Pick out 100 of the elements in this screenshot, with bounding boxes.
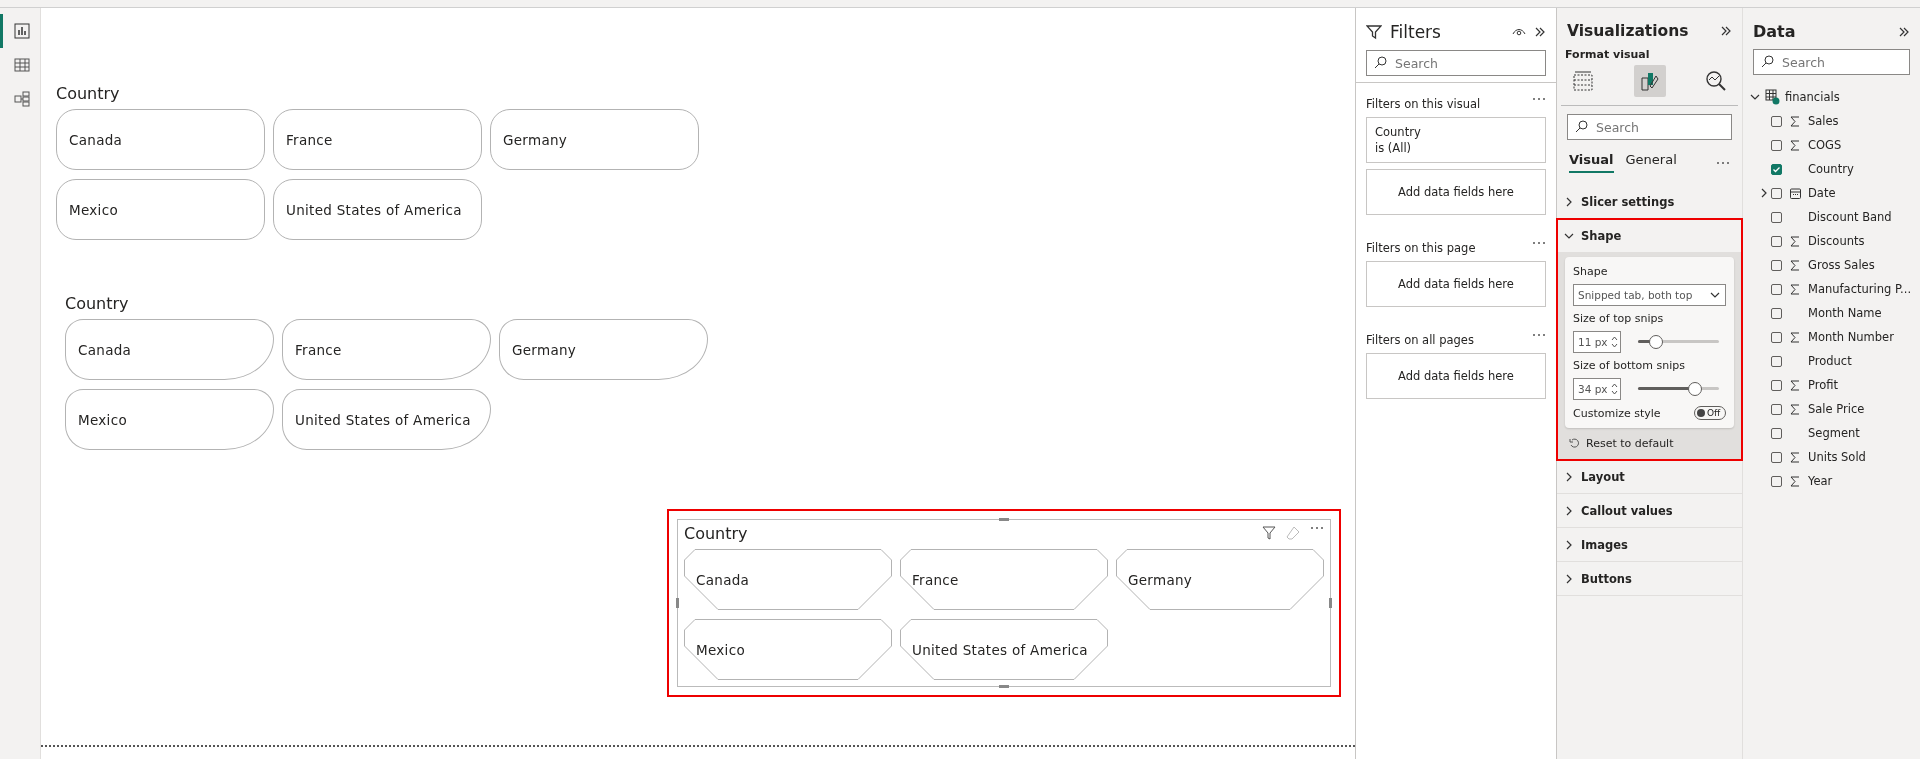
- sigma-icon: [1790, 475, 1800, 487]
- sigma-icon: [1790, 235, 1800, 247]
- calendar-icon: [1789, 187, 1801, 199]
- drop-zone[interactable]: Add data fields here: [1366, 261, 1546, 307]
- drop-zone[interactable]: Add data fields here: [1366, 353, 1546, 399]
- section-header[interactable]: Images: [1557, 528, 1742, 561]
- field-label: Customize style: [1573, 406, 1661, 420]
- model-icon[interactable]: [13, 91, 30, 107]
- field-label: Shape: [1573, 265, 1609, 278]
- slicer-button[interactable]: United States of America: [900, 619, 1108, 680]
- paintbrush-icon: [1638, 70, 1661, 92]
- table-node[interactable]: financials: [1749, 85, 1914, 109]
- field-item[interactable]: COGS: [1749, 133, 1914, 157]
- slicer-button[interactable]: United States of America: [273, 179, 482, 240]
- slicer-button[interactable]: France: [273, 109, 482, 170]
- eye-icon[interactable]: [1512, 27, 1526, 37]
- report-icon[interactable]: [13, 23, 30, 39]
- field-item[interactable]: Month Name: [1749, 301, 1914, 325]
- more-options-icon[interactable]: [1532, 97, 1546, 101]
- sigma-icon: [1790, 379, 1800, 391]
- checkbox[interactable]: [1771, 355, 1782, 367]
- section-header[interactable]: Shape: [1557, 219, 1742, 252]
- more-options-icon[interactable]: [1716, 160, 1730, 165]
- number-spinner[interactable]: 34 px: [1573, 378, 1621, 400]
- section-header[interactable]: Callout values: [1557, 494, 1742, 527]
- sigma-icon: [1790, 259, 1800, 271]
- field-item[interactable]: Product: [1749, 349, 1914, 373]
- section-title: Filters on this visual: [1366, 97, 1481, 111]
- reset-link[interactable]: Reset to default: [1565, 428, 1734, 459]
- section-header[interactable]: Layout: [1557, 460, 1742, 493]
- section-title: Filters on this page: [1366, 241, 1476, 255]
- checkbox[interactable]: [1771, 427, 1782, 439]
- search-icon: [1575, 120, 1588, 133]
- shape-dropdown[interactable]: Snipped tab, both top: [1573, 284, 1726, 306]
- field-item[interactable]: Segment: [1749, 421, 1914, 445]
- field-item[interactable]: Country: [1749, 157, 1914, 181]
- search-icon: [1374, 56, 1387, 69]
- section-header[interactable]: Slicer settings: [1557, 185, 1742, 218]
- field-item[interactable]: Date: [1749, 181, 1914, 205]
- sigma-icon: [1790, 115, 1800, 127]
- checkbox[interactable]: [1771, 115, 1782, 127]
- field-item[interactable]: Sales: [1749, 109, 1914, 133]
- slicer-button[interactable]: Mexico: [684, 619, 892, 680]
- pane-title: Visualizations: [1567, 22, 1690, 40]
- field-item[interactable]: Sale Price: [1749, 397, 1914, 421]
- more-options-icon[interactable]: [1310, 526, 1324, 530]
- filter-icon[interactable]: [1262, 526, 1276, 540]
- section-header[interactable]: Buttons: [1557, 562, 1742, 595]
- magnifier-chart-icon: [1705, 70, 1727, 92]
- more-options-icon[interactable]: [1532, 241, 1546, 245]
- search-field[interactable]: Search: [1366, 50, 1546, 76]
- sigma-icon: [1790, 139, 1800, 151]
- slicer-title: Country: [65, 294, 129, 313]
- checkbox[interactable]: [1771, 163, 1782, 175]
- slicer-button[interactable]: Germany: [1116, 549, 1324, 610]
- checkbox[interactable]: [1771, 259, 1782, 271]
- checkbox[interactable]: [1771, 451, 1782, 463]
- sigma-icon: [1790, 331, 1800, 343]
- filter-card[interactable]: Country is (All): [1366, 117, 1546, 163]
- checkbox[interactable]: [1771, 307, 1782, 319]
- chevron-icon[interactable]: [1720, 25, 1732, 37]
- tab[interactable]: Visual: [1569, 152, 1614, 173]
- field-label: Size of bottom snips: [1573, 359, 1686, 372]
- field-item[interactable]: Discounts: [1749, 229, 1914, 253]
- checkbox[interactable]: [1771, 475, 1782, 487]
- chevron-icon[interactable]: [1534, 26, 1546, 38]
- field-item[interactable]: Profit: [1749, 373, 1914, 397]
- format-tab[interactable]: [1633, 65, 1666, 97]
- checkbox[interactable]: [1771, 211, 1782, 223]
- field-item[interactable]: Units Sold: [1749, 445, 1914, 469]
- table-icon[interactable]: [13, 57, 30, 73]
- sigma-icon: [1790, 451, 1800, 463]
- checkbox[interactable]: [1771, 187, 1782, 199]
- pane-title: Data: [1753, 22, 1797, 41]
- slicer-button[interactable]: Germany: [490, 109, 699, 170]
- drop-zone[interactable]: Add data fields here: [1366, 169, 1546, 215]
- checkbox[interactable]: [1771, 331, 1782, 343]
- slicer-button[interactable]: Canada: [684, 549, 892, 610]
- checkbox[interactable]: [1771, 235, 1782, 247]
- field-item[interactable]: Year: [1749, 469, 1914, 493]
- checkbox[interactable]: [1771, 403, 1782, 415]
- field-item[interactable]: Discount Band: [1749, 205, 1914, 229]
- tab[interactable]: General: [1625, 152, 1677, 173]
- search-field[interactable]: Search: [1753, 49, 1910, 75]
- search-field[interactable]: Search: [1567, 114, 1732, 140]
- chevron-icon[interactable]: [1898, 25, 1910, 38]
- number-spinner[interactable]: 11 px: [1573, 331, 1621, 353]
- field-item[interactable]: Gross Sales: [1749, 253, 1914, 277]
- checkbox[interactable]: [1771, 139, 1782, 151]
- checkbox[interactable]: [1771, 283, 1782, 295]
- slicer-button[interactable]: Mexico: [56, 179, 265, 240]
- slicer-button[interactable]: France: [900, 549, 1108, 610]
- checkbox[interactable]: [1771, 379, 1782, 391]
- pane-subtitle: Format visual: [1564, 48, 1651, 61]
- search-icon: [1761, 55, 1774, 68]
- field-item[interactable]: Manufacturing P...: [1749, 277, 1914, 301]
- pane-title: Filters: [1390, 22, 1442, 42]
- more-options-icon[interactable]: [1532, 333, 1546, 337]
- field-item[interactable]: Month Number: [1749, 325, 1914, 349]
- slicer-button[interactable]: Canada: [56, 109, 265, 170]
